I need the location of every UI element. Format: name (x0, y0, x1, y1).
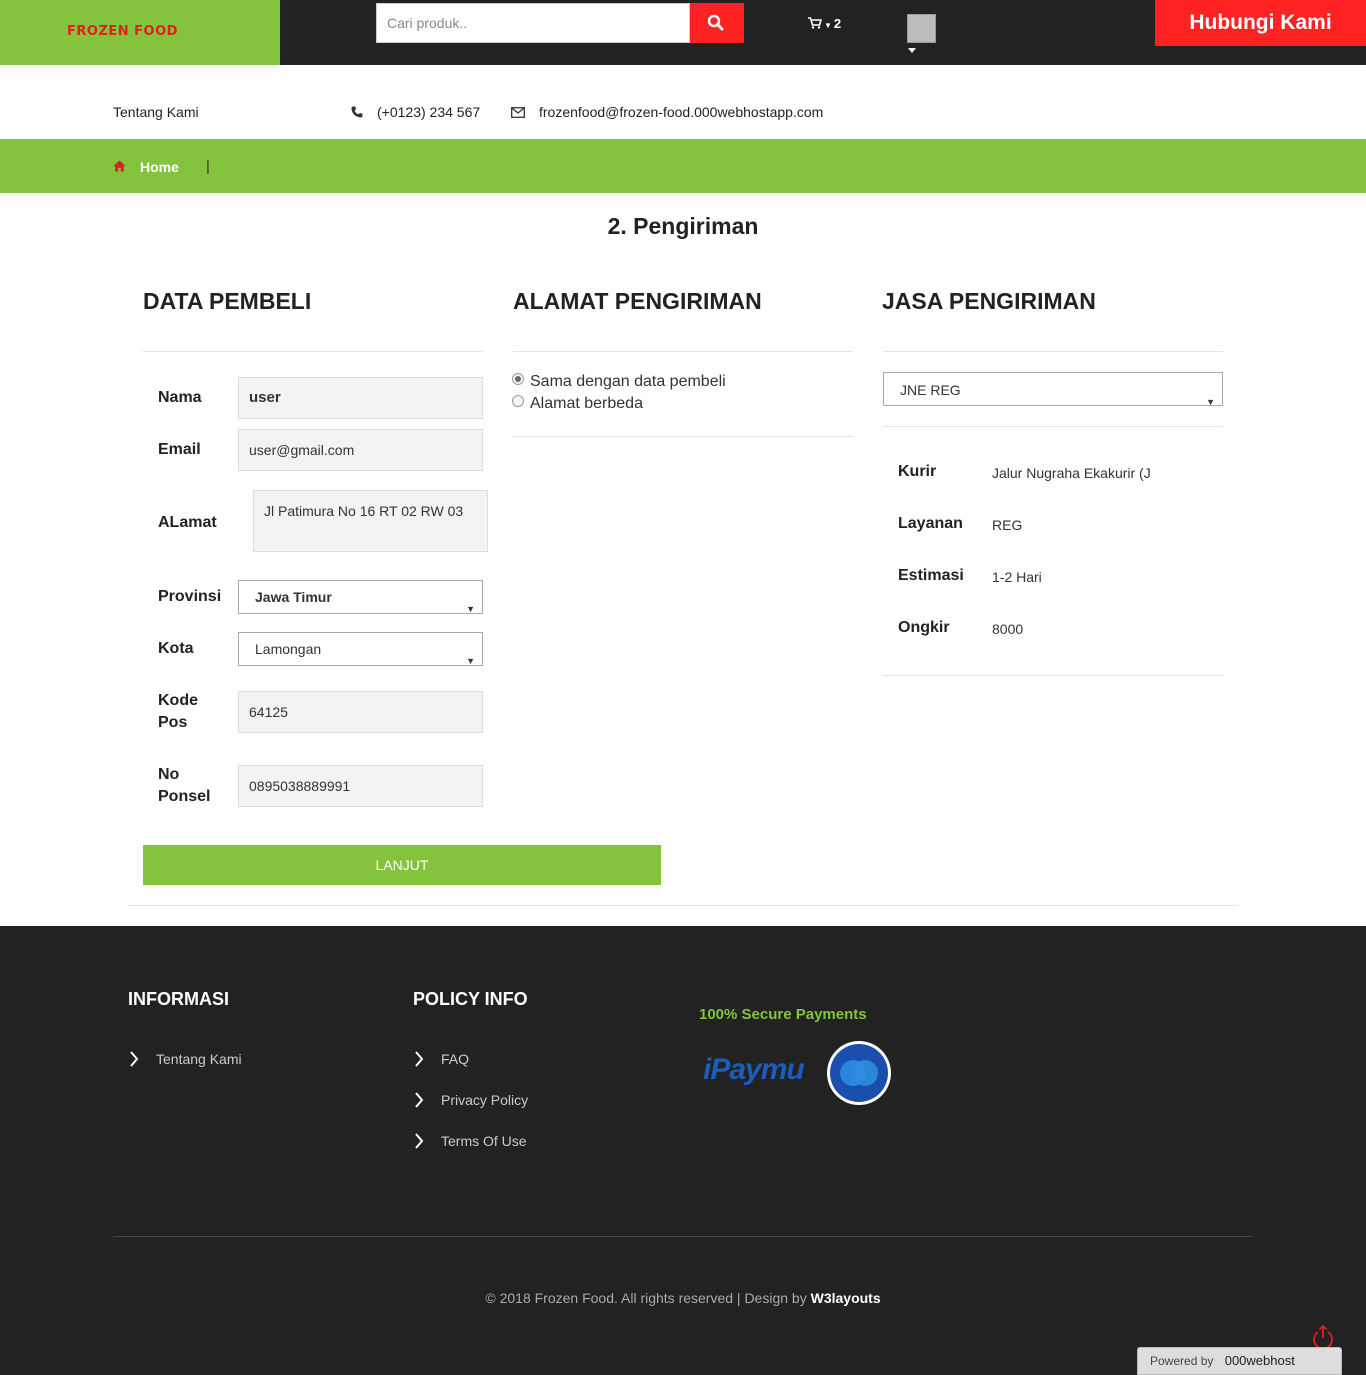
chevron-right-icon (130, 1051, 139, 1067)
cost-label: Ongkir (898, 619, 950, 636)
cart-count: 2 (833, 16, 842, 31)
email-address[interactable]: frozenfood@frozen-food.000webhostapp.com (539, 104, 823, 120)
breadcrumb (0, 139, 1366, 193)
search-input[interactable] (376, 3, 690, 43)
zip-field[interactable]: 64125 (238, 691, 483, 733)
chevron-down-icon: ▼ (466, 604, 475, 614)
breadcrumb-separator: | (206, 158, 210, 175)
email-label: Email (158, 441, 201, 458)
search-button[interactable] (690, 3, 744, 43)
host-name: 000webhost (1224, 1353, 1295, 1368)
breadcrumb-home[interactable]: Home (140, 159, 179, 175)
contact-button[interactable]: Hubungi Kami (1155, 0, 1366, 46)
service-label: Layanan (898, 515, 963, 532)
radio-diff-label: Alamat berbeda (530, 395, 643, 412)
chevron-right-icon (415, 1092, 424, 1108)
shipping-service-title: JASA PENGIRIMAN (882, 288, 1096, 314)
zip-label-line2: Pos (158, 714, 188, 731)
divider (143, 351, 483, 352)
estimate-value: 1-2 Hari (992, 569, 1042, 585)
copyright: © 2018 Frozen Food. All rights reserved … (0, 1290, 1366, 1306)
city-select[interactable]: Lamongan ▼ (238, 632, 483, 666)
zip-label: Kode Pos (158, 690, 198, 734)
chevron-right-icon (415, 1051, 424, 1067)
divider (128, 905, 1238, 906)
divider (513, 351, 853, 352)
phone-label: No Ponsel (158, 764, 210, 808)
province-label: Provinsi (158, 588, 222, 605)
footer-link-faq[interactable]: FAQ (441, 1051, 469, 1067)
divider (883, 351, 1223, 352)
user-menu-caret-icon[interactable] (908, 48, 916, 53)
divider (513, 436, 853, 437)
cart-caret-icon: ▼ (824, 21, 832, 30)
cart-icon (808, 17, 823, 29)
logo-text: FROZEN FOOD (67, 24, 178, 39)
estimate-label: Estimasi (898, 567, 964, 584)
cost-value: 8000 (992, 621, 1024, 637)
radio-different-address[interactable]: Alamat berbeda (512, 395, 643, 413)
copyright-text: © 2018 Frozen Food. All rights reserved … (485, 1290, 807, 1306)
phone-label-line2: Ponsel (158, 788, 211, 805)
page-title: 2. Pengiriman (607, 213, 759, 239)
province-select[interactable]: Jawa Timur ▼ (238, 580, 483, 614)
logo[interactable]: FROZEN FOOD (0, 0, 280, 65)
phone-label-line1: No (158, 766, 180, 783)
divider (883, 675, 1223, 676)
address-label: ALamat (158, 514, 217, 531)
phone-number: (+0123) 234 567 (377, 104, 481, 120)
buyer-section-title: DATA PEMBELI (143, 288, 312, 314)
chevron-down-icon: ▼ (466, 656, 475, 666)
service-value: REG (992, 517, 1023, 533)
courier-value: Jalur Nugraha Ekakurir (J (992, 465, 1151, 481)
city-label: Kota (158, 640, 194, 657)
courier-select[interactable]: JNE REG ▼ (883, 372, 1223, 407)
courier-select-value: JNE REG (900, 382, 961, 398)
powered-by-text: Powered by (1150, 1354, 1214, 1368)
cart-button[interactable]: ▼ 2 (808, 16, 841, 31)
footer-link-terms[interactable]: Terms Of Use (441, 1133, 527, 1149)
footer-link-privacy[interactable]: Privacy Policy (441, 1092, 528, 1108)
home-icon (113, 160, 126, 172)
courier-label: Kurir (898, 463, 937, 480)
about-link[interactable]: Tentang Kami (113, 104, 199, 120)
ipaymu-logo: iPaymu (703, 1053, 805, 1086)
name-field[interactable]: user (238, 377, 483, 419)
ipaymu-badge-icon (827, 1041, 891, 1105)
phone-field[interactable]: 0895038889991 (238, 765, 483, 807)
secure-payments-label: 100% Secure Payments (699, 1006, 867, 1023)
chevron-down-icon: ▼ (1206, 397, 1215, 407)
footer-policy-title: POLICY INFO (413, 989, 528, 1009)
city-value: Lamongan (255, 641, 322, 657)
phone-icon (351, 106, 363, 118)
divider (883, 426, 1223, 427)
radio-same-address[interactable]: Sama dengan data pembeli (512, 373, 726, 391)
footer-divider (113, 1236, 1253, 1237)
next-button[interactable]: LANJUT (143, 845, 661, 885)
designer-link[interactable]: W3layouts (811, 1290, 881, 1306)
email-field[interactable]: user@gmail.com (238, 429, 483, 471)
radio-checked-icon[interactable] (512, 373, 524, 385)
envelope-icon (511, 107, 525, 118)
chevron-right-icon (415, 1133, 424, 1149)
user-avatar[interactable] (907, 14, 936, 43)
footer-info-title: INFORMASI (128, 989, 229, 1009)
name-label: Nama (158, 389, 202, 406)
address-field[interactable]: Jl Patimura No 16 RT 02 RW 03 (253, 490, 488, 552)
radio-unchecked-icon[interactable] (512, 395, 524, 407)
search-icon (707, 14, 724, 31)
powered-by-badge[interactable]: Powered by 000webhost (1137, 1347, 1342, 1375)
zip-label-line1: Kode (158, 692, 198, 709)
province-value: Jawa Timur (255, 589, 332, 605)
radio-same-label: Sama dengan data pembeli (530, 373, 726, 390)
shipping-address-title: ALAMAT PENGIRIMAN (513, 288, 762, 314)
footer-link-about[interactable]: Tentang Kami (156, 1051, 242, 1067)
